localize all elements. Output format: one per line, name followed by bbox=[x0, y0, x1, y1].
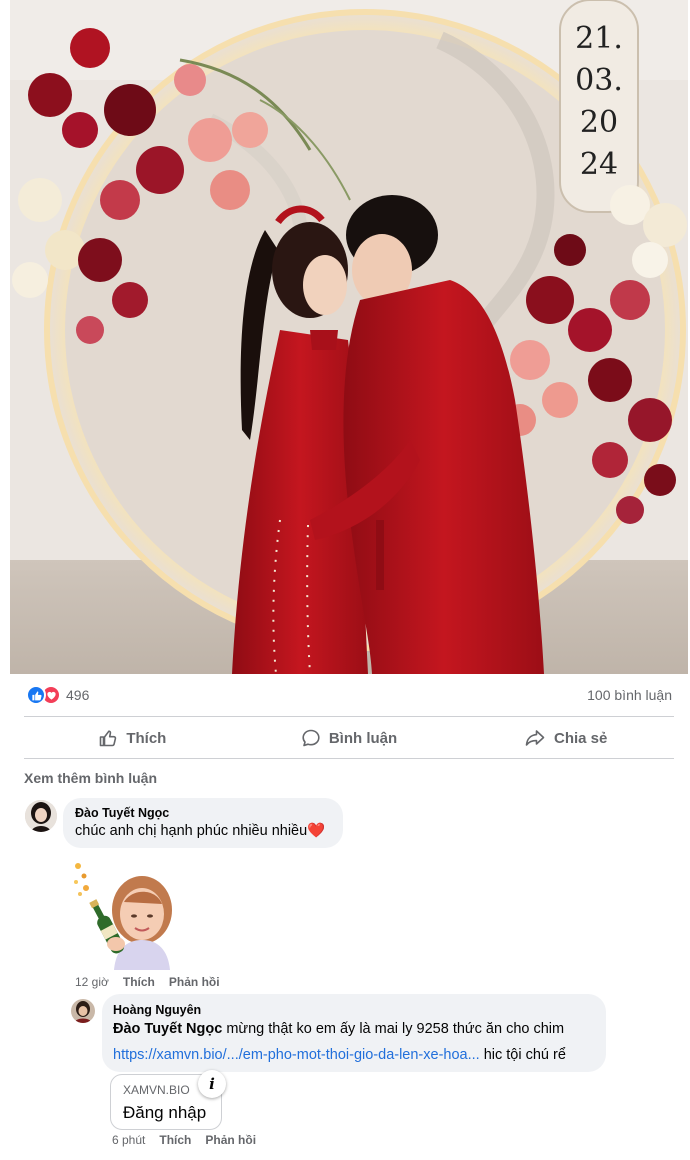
comment-like-button[interactable]: Thích bbox=[123, 975, 155, 989]
link-preview-domain: XAMVN.BIO bbox=[123, 1083, 190, 1097]
avatar-image bbox=[71, 999, 95, 1023]
wedding-photo-illustration: 21. 03. 20 24 bbox=[10, 0, 688, 674]
avatar[interactable] bbox=[71, 999, 95, 1023]
date-line-1: 21. bbox=[575, 21, 623, 56]
reaction-summary[interactable]: 496 bbox=[26, 684, 89, 706]
post-actions: Thích Bình luận Chia sẻ bbox=[24, 718, 674, 758]
reply-text-line2: https://xamvn.bio/.../em-pho-mot-thoi-gi… bbox=[113, 1045, 566, 1065]
reply-bubble: Hoàng Nguyên Đào Tuyết Ngọc mừng thật ko… bbox=[102, 994, 606, 1072]
comment-count-link[interactable]: 100 bình luận bbox=[587, 687, 672, 703]
post-card: 21. 03. 20 24 496 100 bình luận Thích Bì… bbox=[10, 0, 690, 1160]
reaction-count: 496 bbox=[66, 687, 90, 703]
reply-text-body: mừng thật ko em ấy là mai ly 9258 thức ă… bbox=[222, 1021, 565, 1037]
date-line-3: 20 bbox=[580, 105, 618, 140]
see-more-comments-link[interactable]: Xem thêm bình luận bbox=[24, 770, 157, 786]
comment-button[interactable]: Bình luận bbox=[241, 718, 458, 758]
comment-text: chúc anh chị hạnh phúc nhiều nhiều❤️ bbox=[75, 821, 325, 841]
heart-emoji: ❤️ bbox=[307, 823, 326, 839]
comment-meta: 12 giờ Thích Phản hồi bbox=[75, 975, 220, 989]
thumbs-up-icon bbox=[100, 730, 117, 747]
reply-url-link[interactable]: https://xamvn.bio/.../em-pho-mot-thoi-gi… bbox=[113, 1047, 480, 1063]
reply-reply-button[interactable]: Phản hồi bbox=[205, 1133, 256, 1147]
comment-reply-button[interactable]: Phản hồi bbox=[169, 975, 220, 989]
reply-text-line1: Đào Tuyết Ngọc mừng thật ko em ấy là mai… bbox=[113, 1019, 564, 1039]
like-button[interactable]: Thích bbox=[24, 718, 241, 758]
link-preview-title: Đăng nhập bbox=[123, 1103, 207, 1122]
like-icon bbox=[26, 685, 46, 705]
comment-button-label: Bình luận bbox=[328, 729, 398, 747]
share-button[interactable]: Chia sẻ bbox=[457, 718, 674, 758]
share-button-label: Chia sẻ bbox=[554, 729, 608, 747]
comment-author[interactable]: Đào Tuyết Ngọc bbox=[75, 806, 169, 820]
avatar[interactable] bbox=[25, 800, 57, 832]
post-photo[interactable]: 21. 03. 20 24 bbox=[10, 0, 688, 674]
mention-link[interactable]: Đào Tuyết Ngọc bbox=[113, 1021, 222, 1037]
reply-like-button[interactable]: Thích bbox=[159, 1133, 191, 1147]
date-line-2: 03. bbox=[575, 63, 623, 98]
comment-text-body: chúc anh chị hạnh phúc nhiều nhiều bbox=[75, 823, 308, 839]
info-icon[interactable]: i bbox=[198, 1070, 226, 1098]
date-line-4: 24 bbox=[580, 147, 618, 182]
comment-time[interactable]: 12 giờ bbox=[75, 975, 109, 989]
reply-author[interactable]: Hoàng Nguyên bbox=[113, 1003, 201, 1017]
reply-text-tail: hic tội chú rể bbox=[479, 1047, 566, 1063]
comment-icon bbox=[302, 729, 320, 747]
like-button-label: Thích bbox=[126, 729, 167, 747]
memoji-sticker[interactable] bbox=[72, 858, 176, 970]
share-icon bbox=[525, 730, 545, 746]
avatar-image bbox=[25, 800, 57, 832]
reply-time[interactable]: 6 phút bbox=[112, 1133, 145, 1147]
comment-bubble: Đào Tuyết Ngọc chúc anh chị hạnh phúc nh… bbox=[63, 798, 343, 848]
reply-meta: 6 phút Thích Phản hồi bbox=[112, 1133, 256, 1147]
champagne-sticker-icon bbox=[74, 863, 172, 970]
divider bbox=[24, 716, 674, 717]
divider bbox=[24, 758, 674, 759]
